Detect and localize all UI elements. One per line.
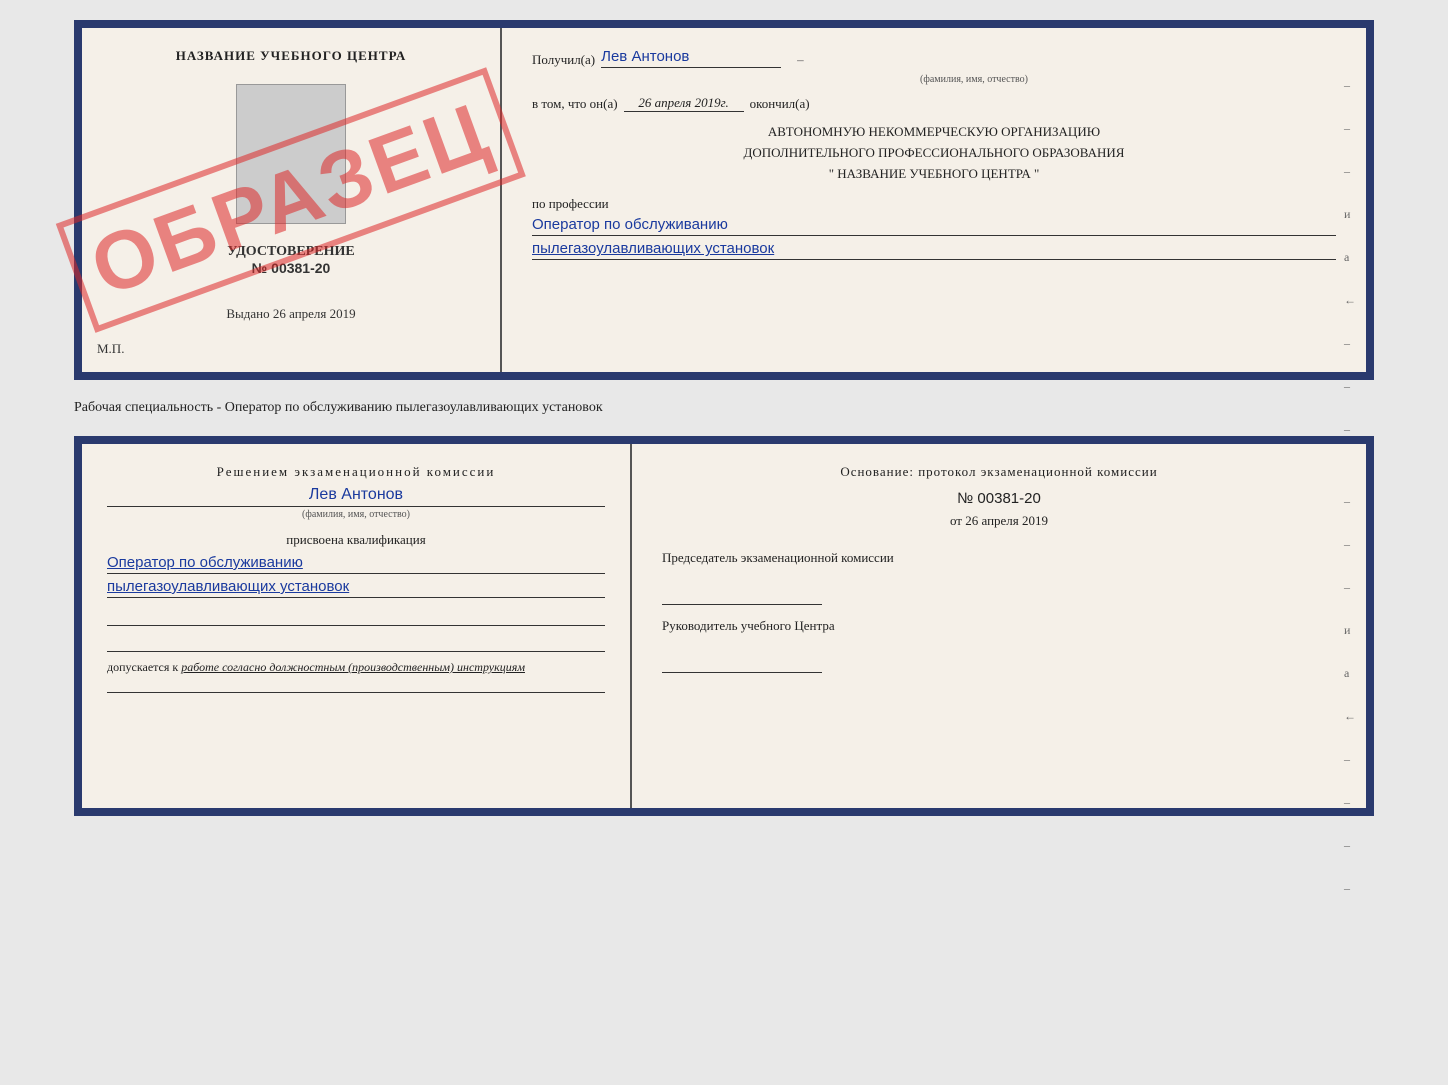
fio-subtitle-top: (фамилия, имя, отчество) [612, 74, 1336, 85]
rd6: ← [1344, 293, 1356, 308]
org-line1: АВТОНОМНУЮ НЕКОММЕРЧЕСКУЮ ОРГАНИЗАЦИЮ [532, 122, 1336, 143]
blank-line1 [107, 608, 605, 626]
prisvoena-label: присвоена квалификация [107, 532, 605, 548]
vtom-label: в том, что он(а) [532, 96, 618, 112]
fio-sub-bottom: (фамилия, имя, отчество) [107, 509, 605, 520]
okonchil-label: окончил(а) [750, 96, 810, 112]
dopuskaetsya-suffix: работе согласно должностным (производств… [181, 660, 525, 674]
photo-placeholder [236, 84, 346, 224]
qual-line1: Оператор по обслуживанию [107, 554, 605, 574]
rukovoditel-line [662, 655, 822, 673]
qual-line2: пылегазоулавливающих установок [107, 578, 605, 598]
brd5: а [1344, 666, 1356, 681]
rd9: – [1344, 422, 1356, 437]
certificate-top: НАЗВАНИЕ УЧЕБНОГО ЦЕНТРА УДОСТОВЕРЕНИЕ №… [74, 20, 1374, 380]
right-side-dashes-bottom: – – – и а ← – – – – [1344, 444, 1356, 896]
middle-text: Рабочая специальность - Оператор по обсл… [74, 392, 1374, 424]
vtom-date: 26 апреля 2019г. [624, 95, 744, 112]
profession-line1: Оператор по обслуживанию [532, 216, 1336, 236]
bottom-name: Лев Антонов [107, 486, 605, 507]
brd9: – [1344, 838, 1356, 853]
rd2: – [1344, 121, 1356, 136]
received-row: Получил(а) Лев Антонов – [532, 48, 1336, 68]
vydano-row: Выдано 26 апреля 2019 [226, 306, 355, 322]
brd8: – [1344, 795, 1356, 810]
blank-line3 [107, 675, 605, 693]
org-name: " НАЗВАНИЕ УЧЕБНОГО ЦЕНТРА " [532, 164, 1336, 185]
ot-prefix: от [950, 513, 962, 528]
blank-line2 [107, 634, 605, 652]
rukovoditel-title: Руководитель учебного Центра [662, 617, 1336, 635]
rukovoditel-block: Руководитель учебного Центра [662, 617, 1336, 673]
poluchil-label: Получил(а) [532, 52, 595, 68]
ot-date-val: 26 апреля 2019 [965, 513, 1048, 528]
brd1: – [1344, 494, 1356, 509]
vydano-label: Выдано [226, 306, 269, 321]
osnovanie-text: Основание: протокол экзаменационной коми… [662, 464, 1336, 480]
dopuskaetsya-prefix: допускается к [107, 660, 178, 674]
udostoverenie-text: УДОСТОВЕРЕНИЕ [227, 244, 354, 260]
cert-number: № 00381-20 [252, 260, 331, 276]
dopuskaetsya-row: допускается к работе согласно должностны… [107, 660, 605, 675]
rd8: – [1344, 379, 1356, 394]
brd7: – [1344, 752, 1356, 767]
mp-text: М.П. [97, 341, 124, 357]
predsedatel-title: Председатель экзаменационной комиссии [662, 549, 1336, 567]
rd3: – [1344, 164, 1356, 179]
rd1: – [1344, 78, 1356, 93]
predsedatel-block: Председатель экзаменационной комиссии [662, 549, 1336, 605]
poluchil-name: Лев Антонов [601, 48, 781, 68]
ot-date: от 26 апреля 2019 [662, 513, 1336, 529]
vydano-date: 26 апреля 2019 [273, 306, 356, 321]
rd5: а [1344, 250, 1356, 265]
brd4: и [1344, 623, 1356, 638]
org-line2: ДОПОЛНИТЕЛЬНОГО ПРОФЕССИОНАЛЬНОГО ОБРАЗО… [532, 143, 1336, 164]
cert-right: Получил(а) Лев Антонов – (фамилия, имя, … [502, 28, 1366, 372]
predsedatel-line [662, 587, 822, 605]
brd2: – [1344, 537, 1356, 552]
dash1: – [797, 52, 804, 68]
profession-line2: пылегазоулавливающих установок [532, 240, 1336, 260]
rd4: и [1344, 207, 1356, 222]
certificate-bottom: Решением экзаменационной комиссии Лев Ан… [74, 436, 1374, 816]
protocol-number: № 00381-20 [662, 490, 1336, 507]
center-name-title: НАЗВАНИЕ УЧЕБНОГО ЦЕНТРА [176, 48, 407, 64]
resheniem-title: Решением экзаменационной комиссии [107, 464, 605, 480]
document-container: НАЗВАНИЕ УЧЕБНОГО ЦЕНТРА УДОСТОВЕРЕНИЕ №… [20, 20, 1428, 816]
po-professii-label: по профессии [532, 196, 1336, 212]
cert-left: НАЗВАНИЕ УЧЕБНОГО ЦЕНТРА УДОСТОВЕРЕНИЕ №… [82, 28, 502, 372]
bottom-right: Основание: протокол экзаменационной коми… [632, 444, 1366, 808]
org-block: АВТОНОМНУЮ НЕКОММЕРЧЕСКУЮ ОРГАНИЗАЦИЮ ДО… [532, 122, 1336, 184]
brd3: – [1344, 580, 1356, 595]
brd10: – [1344, 881, 1356, 896]
bottom-left: Решением экзаменационной комиссии Лев Ан… [82, 444, 632, 808]
rd7: – [1344, 336, 1356, 351]
vtom-row: в том, что он(а) 26 апреля 2019г. окончи… [532, 95, 1336, 112]
right-dashes: – – – и а ← – – – – [1344, 28, 1356, 480]
brd6: ← [1344, 709, 1356, 724]
